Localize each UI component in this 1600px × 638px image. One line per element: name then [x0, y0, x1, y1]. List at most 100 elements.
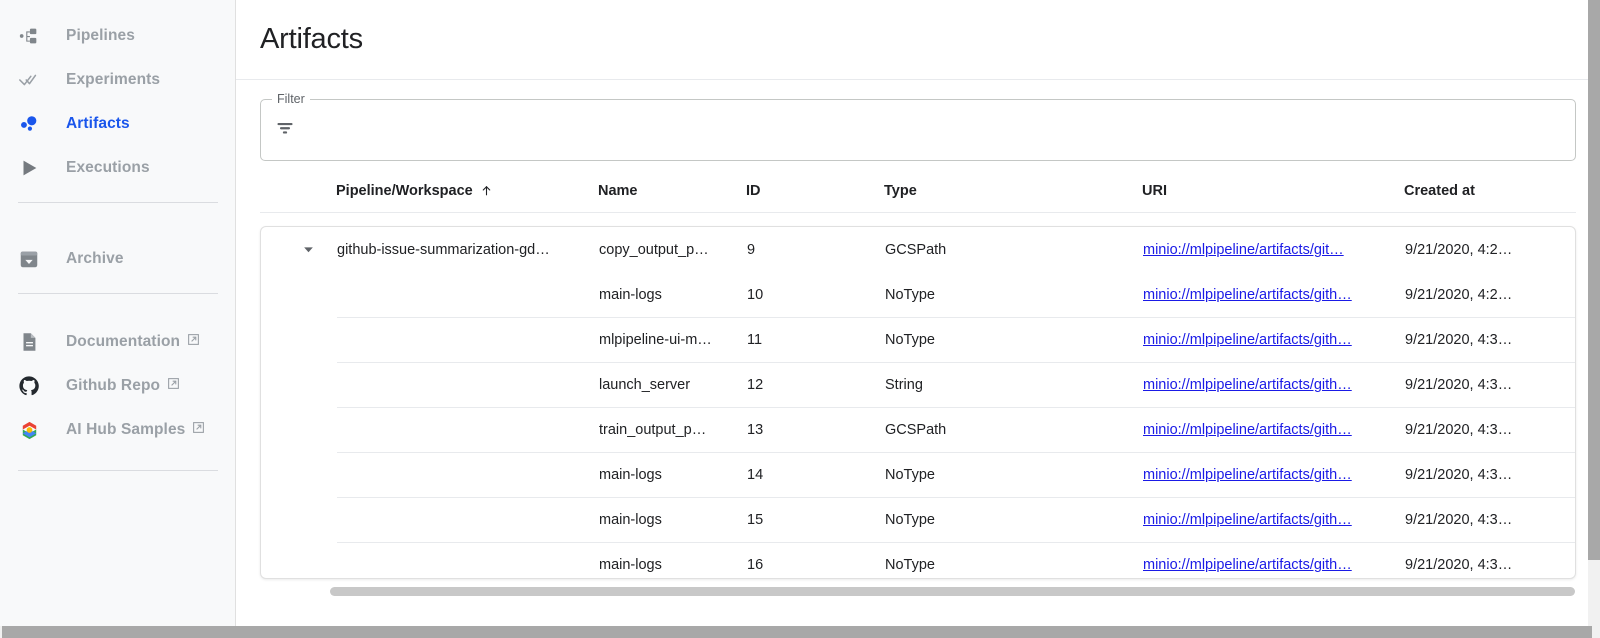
- cell-type: String: [885, 377, 1143, 393]
- pipeline-icon: [18, 25, 48, 47]
- cell-type: NoType: [885, 287, 1143, 303]
- uri-link[interactable]: minio://mlpipeline/artifacts/git…: [1143, 242, 1405, 258]
- column-header-label: URI: [1142, 183, 1167, 199]
- page-vertical-scrollbar[interactable]: [1588, 0, 1600, 626]
- cell-id: 16: [747, 557, 885, 573]
- cell-type: GCSPath: [885, 242, 1143, 258]
- arrow-up-icon: [480, 184, 493, 197]
- page-horizontal-scrollbar[interactable]: [0, 626, 1600, 638]
- filter-label: Filter: [272, 92, 310, 106]
- page-title: Artifacts: [260, 23, 363, 56]
- column-header-id[interactable]: ID: [746, 183, 884, 199]
- column-header-label: Pipeline/Workspace: [336, 183, 473, 199]
- document-icon: [18, 331, 48, 353]
- sidebar-item-label: Experiments: [66, 71, 160, 89]
- archive-icon: [18, 248, 48, 270]
- cell-pipeline: github-issue-summarization-gd…: [337, 242, 599, 258]
- cell-uri[interactable]: minio://mlpipeline/artifacts/gith…: [1143, 287, 1405, 303]
- table-row[interactable]: train_output_p… 13 GCSPath minio://mlpip…: [261, 407, 1575, 452]
- sidebar-item-pipelines[interactable]: Pipelines: [0, 14, 235, 58]
- cell-created-at: 9/21/2020, 4:3…: [1405, 512, 1575, 528]
- filter-field[interactable]: Filter: [260, 99, 1576, 161]
- uri-link[interactable]: minio://mlpipeline/artifacts/gith…: [1143, 422, 1405, 438]
- play-triangle-icon: [18, 157, 48, 179]
- cell-created-at: 9/21/2020, 4:3…: [1405, 422, 1575, 438]
- cell-uri[interactable]: minio://mlpipeline/artifacts/gith…: [1143, 467, 1405, 483]
- uri-link[interactable]: minio://mlpipeline/artifacts/gith…: [1143, 377, 1405, 393]
- uri-link[interactable]: minio://mlpipeline/artifacts/gith…: [1143, 332, 1405, 348]
- sidebar-item-executions[interactable]: Executions: [0, 146, 235, 190]
- column-header-label: Name: [598, 183, 638, 199]
- cell-name: main-logs: [599, 557, 747, 573]
- cell-type: NoType: [885, 467, 1143, 483]
- table-row[interactable]: mlpipeline-ui-m… 11 NoType minio://mlpip…: [261, 317, 1575, 362]
- cell-uri[interactable]: minio://mlpipeline/artifacts/gith…: [1143, 332, 1405, 348]
- cell-name: main-logs: [599, 287, 747, 303]
- sidebar-item-github-repo[interactable]: Github Repo: [0, 364, 235, 408]
- column-header-name[interactable]: Name: [598, 183, 746, 199]
- cell-id: 15: [747, 512, 885, 528]
- sidebar-divider-mid: [18, 293, 218, 294]
- external-link-icon: [192, 421, 205, 439]
- table-horizontal-scrollbar[interactable]: [260, 587, 1576, 596]
- sidebar-item-label: Github Repo: [66, 377, 160, 395]
- cell-uri[interactable]: minio://mlpipeline/artifacts/gith…: [1143, 512, 1405, 528]
- column-header-type[interactable]: Type: [884, 183, 1142, 199]
- column-header-label: ID: [746, 183, 761, 199]
- table-row[interactable]: main-logs 14 NoType minio://mlpipeline/a…: [261, 452, 1575, 497]
- cell-uri[interactable]: minio://mlpipeline/artifacts/git…: [1143, 242, 1405, 258]
- uri-link[interactable]: minio://mlpipeline/artifacts/gith…: [1143, 287, 1405, 303]
- sidebar-item-documentation[interactable]: Documentation: [0, 320, 235, 364]
- external-link-icon: [187, 333, 200, 351]
- sidebar-item-label: AI Hub Samples: [66, 421, 185, 439]
- column-header-uri[interactable]: URI: [1142, 183, 1404, 199]
- cell-name: launch_server: [599, 377, 747, 393]
- uri-link[interactable]: minio://mlpipeline/artifacts/gith…: [1143, 512, 1405, 528]
- cell-created-at: 9/21/2020, 4:2…: [1405, 287, 1575, 303]
- sidebar-item-archive[interactable]: Archive: [0, 237, 235, 281]
- uri-link[interactable]: minio://mlpipeline/artifacts/gith…: [1143, 467, 1405, 483]
- main-content: Artifacts Filter: [236, 0, 1600, 626]
- uri-link[interactable]: minio://mlpipeline/artifacts/gith…: [1143, 557, 1405, 573]
- cell-id: 14: [747, 467, 885, 483]
- cell-created-at: 9/21/2020, 4:3…: [1405, 467, 1575, 483]
- filter-list-icon: [275, 118, 295, 143]
- scrollbar-thumb[interactable]: [330, 587, 1575, 596]
- double-check-icon: [18, 69, 48, 91]
- sidebar-item-ai-hub-samples[interactable]: AI Hub Samples: [0, 408, 235, 452]
- github-icon: [18, 375, 48, 397]
- column-header-pipeline[interactable]: Pipeline/Workspace: [336, 183, 598, 199]
- cell-id: 11: [747, 332, 885, 348]
- table-header-row: Pipeline/Workspace Name ID Type: [260, 169, 1576, 213]
- column-header-created-at[interactable]: Created at: [1404, 183, 1576, 199]
- cell-uri[interactable]: minio://mlpipeline/artifacts/gith…: [1143, 422, 1405, 438]
- cell-uri[interactable]: minio://mlpipeline/artifacts/gith…: [1143, 557, 1405, 573]
- table-row[interactable]: main-logs 15 NoType minio://mlpipeline/a…: [261, 497, 1575, 542]
- app-root: Pipelines Experiments Artifacts: [0, 0, 1600, 638]
- cell-created-at: 9/21/2020, 4:2…: [1405, 242, 1575, 258]
- cell-name: main-logs: [599, 512, 747, 528]
- sidebar-item-experiments[interactable]: Experiments: [0, 58, 235, 102]
- column-header-label: Created at: [1404, 183, 1475, 199]
- cell-created-at: 9/21/2020, 4:3…: [1405, 557, 1575, 573]
- scrollbar-thumb[interactable]: [1588, 0, 1600, 560]
- cell-id: 12: [747, 377, 885, 393]
- table-row[interactable]: main-logs 16 NoType minio://mlpipeline/a…: [261, 542, 1575, 579]
- cell-name: mlpipeline-ui-m…: [599, 332, 747, 348]
- caret-down-icon[interactable]: [291, 233, 325, 267]
- sidebar-item-label: Artifacts: [66, 115, 130, 133]
- row-expander-cell: [261, 233, 337, 267]
- table-row[interactable]: github-issue-summarization-gd… copy_outp…: [261, 227, 1575, 272]
- scrollbar-thumb[interactable]: [2, 626, 1592, 638]
- sidebar-item-label: Documentation: [66, 333, 180, 351]
- column-header-label: Type: [884, 183, 917, 199]
- cell-name: copy_output_p…: [599, 242, 747, 258]
- table-row[interactable]: main-logs 10 NoType minio://mlpipeline/a…: [261, 272, 1575, 317]
- cell-type: GCSPath: [885, 422, 1143, 438]
- table-row[interactable]: launch_server 12 String minio://mlpipeli…: [261, 362, 1575, 407]
- cell-uri[interactable]: minio://mlpipeline/artifacts/gith…: [1143, 377, 1405, 393]
- sidebar-item-artifacts[interactable]: Artifacts: [0, 102, 235, 146]
- cell-created-at: 9/21/2020, 4:3…: [1405, 332, 1575, 348]
- filter-input[interactable]: [305, 121, 1561, 140]
- sidebar-item-label: Executions: [66, 159, 150, 177]
